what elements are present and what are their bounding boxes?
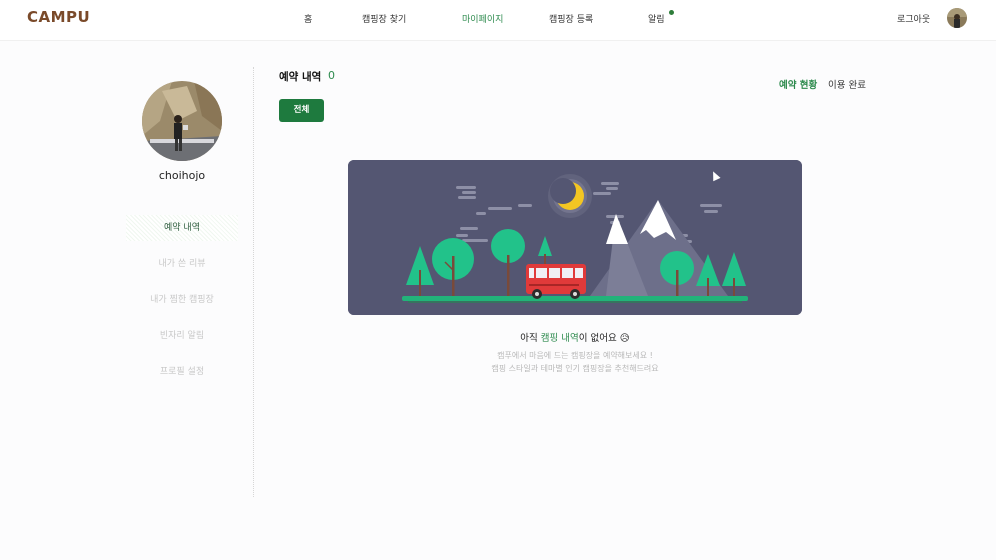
profile-avatar (142, 81, 222, 161)
empty-state-line-2: 캠핑 스타일과 테마별 인기 캠핑장을 추천해드려요 (491, 364, 659, 373)
nav-find-campsite[interactable]: 캠핑장 찾기 (362, 12, 406, 25)
sidebar-item-vacancy-alerts[interactable]: 빈자리 알림 (126, 323, 238, 349)
page-title: 예약 내역 (279, 71, 322, 83)
nav-home[interactable]: 홈 (304, 12, 312, 25)
filter-all-button[interactable]: 전체 (279, 99, 324, 122)
campu-logo[interactable]: CAMPU (27, 8, 90, 26)
empty-title-suffix: 이 없어요 😥 (578, 333, 630, 344)
empty-title-highlight: 캠핑 내역 (540, 333, 579, 344)
nav-mypage[interactable]: 마이페이지 (462, 12, 503, 25)
empty-state-illustration (348, 160, 802, 315)
sidebar-item-my-reviews[interactable]: 내가 쓴 리뷰 (126, 251, 238, 277)
logout-link[interactable]: 로그아웃 (897, 12, 930, 25)
sidebar-divider (253, 67, 254, 497)
sidebar-item-wishlist[interactable]: 내가 찜한 캠핑장 (126, 287, 238, 313)
header-avatar[interactable] (947, 8, 967, 28)
tab-current-reservations[interactable]: 예약 현황 (779, 77, 817, 91)
top-header: CAMPU 홈 캠핑장 찾기 마이페이지 캠핑장 등록 알림 로그아웃 (0, 0, 996, 41)
nav-notifications[interactable]: 알림 (648, 12, 665, 25)
profile-username: choihojo (158, 169, 206, 182)
empty-state-title: 아직 캠핑 내역이 없어요 😥 (348, 330, 802, 344)
notification-dot (669, 10, 674, 15)
reservation-count: 0 (328, 69, 335, 82)
empty-state-line-1: 캠푸에서 마음에 드는 캠핑장을 예약해보세요 ! (497, 351, 653, 360)
sidebar-item-profile-settings[interactable]: 프로필 설정 (126, 359, 238, 385)
nav-register-campsite[interactable]: 캠핑장 등록 (549, 12, 593, 25)
sidebar-item-reservations[interactable]: 예약 내역 (126, 215, 238, 241)
empty-title-prefix: 아직 (520, 333, 541, 344)
tab-completed[interactable]: 이용 완료 (828, 77, 866, 91)
